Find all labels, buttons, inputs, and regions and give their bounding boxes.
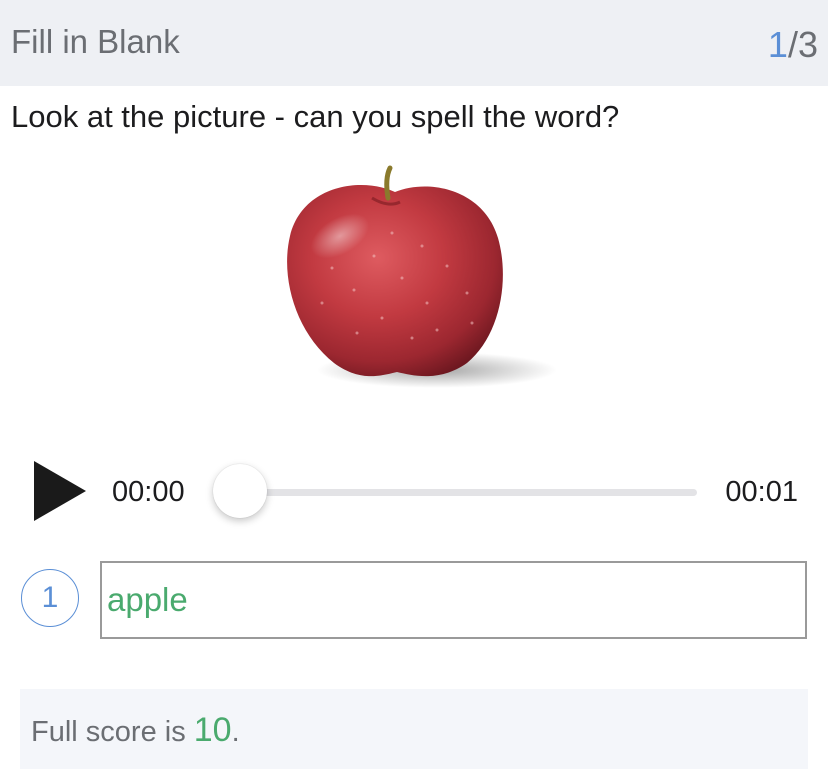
progress-slider-thumb[interactable]: [213, 464, 267, 518]
progress-track[interactable]: [240, 489, 697, 496]
apple-picture: [262, 158, 562, 398]
header-bar: Fill in Blank 1/3: [0, 0, 828, 86]
score-text: Full score is 10.: [31, 711, 240, 751]
current-question-number: 1: [767, 24, 788, 65]
score-info: Full score is 10.: [20, 689, 808, 769]
answer-input[interactable]: [100, 561, 807, 639]
audio-player: 00:00 00:01: [0, 450, 828, 540]
score-suffix: .: [231, 716, 240, 748]
play-icon[interactable]: [34, 461, 86, 521]
score-value: 10: [193, 711, 232, 749]
answer-row: 1: [0, 560, 828, 642]
counter-separator: /: [787, 24, 798, 65]
page-title: Fill in Blank: [11, 23, 180, 60]
apple-icon: [287, 165, 557, 388]
answer-number-badge: 1: [21, 569, 79, 627]
total-questions: 3: [797, 24, 818, 65]
question-prompt: Look at the picture - can you spell the …: [11, 99, 620, 134]
question-counter: 1/3: [768, 22, 818, 68]
total-time: 00:01: [725, 476, 798, 508]
current-time: 00:00: [112, 476, 185, 508]
score-prefix: Full score is: [31, 716, 194, 748]
